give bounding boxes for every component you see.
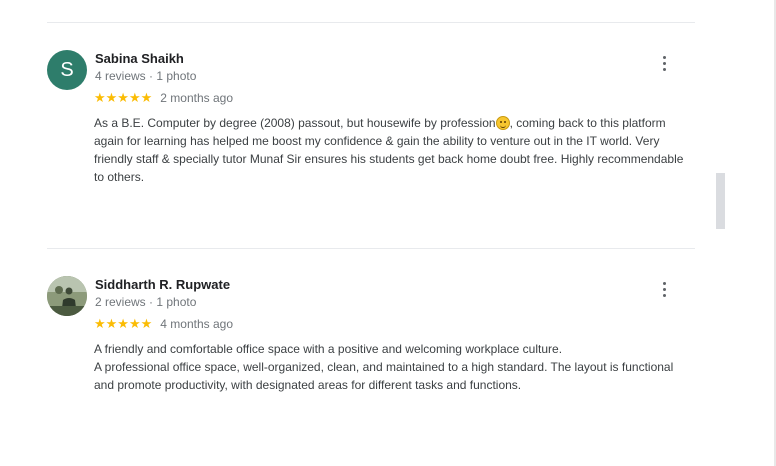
reviewer-meta: 4 reviews · 1 photo <box>95 69 197 83</box>
review-text-line: A friendly and comfortable office space … <box>94 342 563 356</box>
star-rating: ★★★★★ <box>94 90 153 105</box>
avatar-photo-icon <box>47 276 87 316</box>
review-date: 2 months ago <box>160 91 233 105</box>
reviewer-meta: 2 reviews · 1 photo <box>95 295 197 309</box>
review-date: 4 months ago <box>160 317 233 331</box>
review-divider <box>47 22 695 23</box>
avatar-letter: S <box>60 58 74 81</box>
review-divider <box>47 248 695 249</box>
avatar[interactable]: S <box>47 50 87 90</box>
scrollbar-thumb[interactable] <box>716 173 725 229</box>
smiling-face-emoji-icon <box>495 116 510 130</box>
review-text: A friendly and comfortable office space … <box>94 340 694 394</box>
review-text-line: A professional office space, well-organi… <box>94 360 674 392</box>
reviewer-name[interactable]: Siddharth R. Rupwate <box>95 277 230 292</box>
review-text-part: As a B.E. Computer by degree (2008) pass… <box>94 116 496 130</box>
rating-row: ★★★★★ 2 months ago <box>94 90 233 106</box>
reviewer-name[interactable]: Sabina Shaikh <box>95 51 184 66</box>
avatar[interactable] <box>47 276 87 316</box>
star-rating: ★★★★★ <box>94 316 153 331</box>
more-options-icon[interactable] <box>658 54 670 72</box>
more-options-icon[interactable] <box>658 280 670 298</box>
rating-row: ★★★★★ 4 months ago <box>94 316 233 332</box>
review-text: As a B.E. Computer by degree (2008) pass… <box>94 114 694 186</box>
